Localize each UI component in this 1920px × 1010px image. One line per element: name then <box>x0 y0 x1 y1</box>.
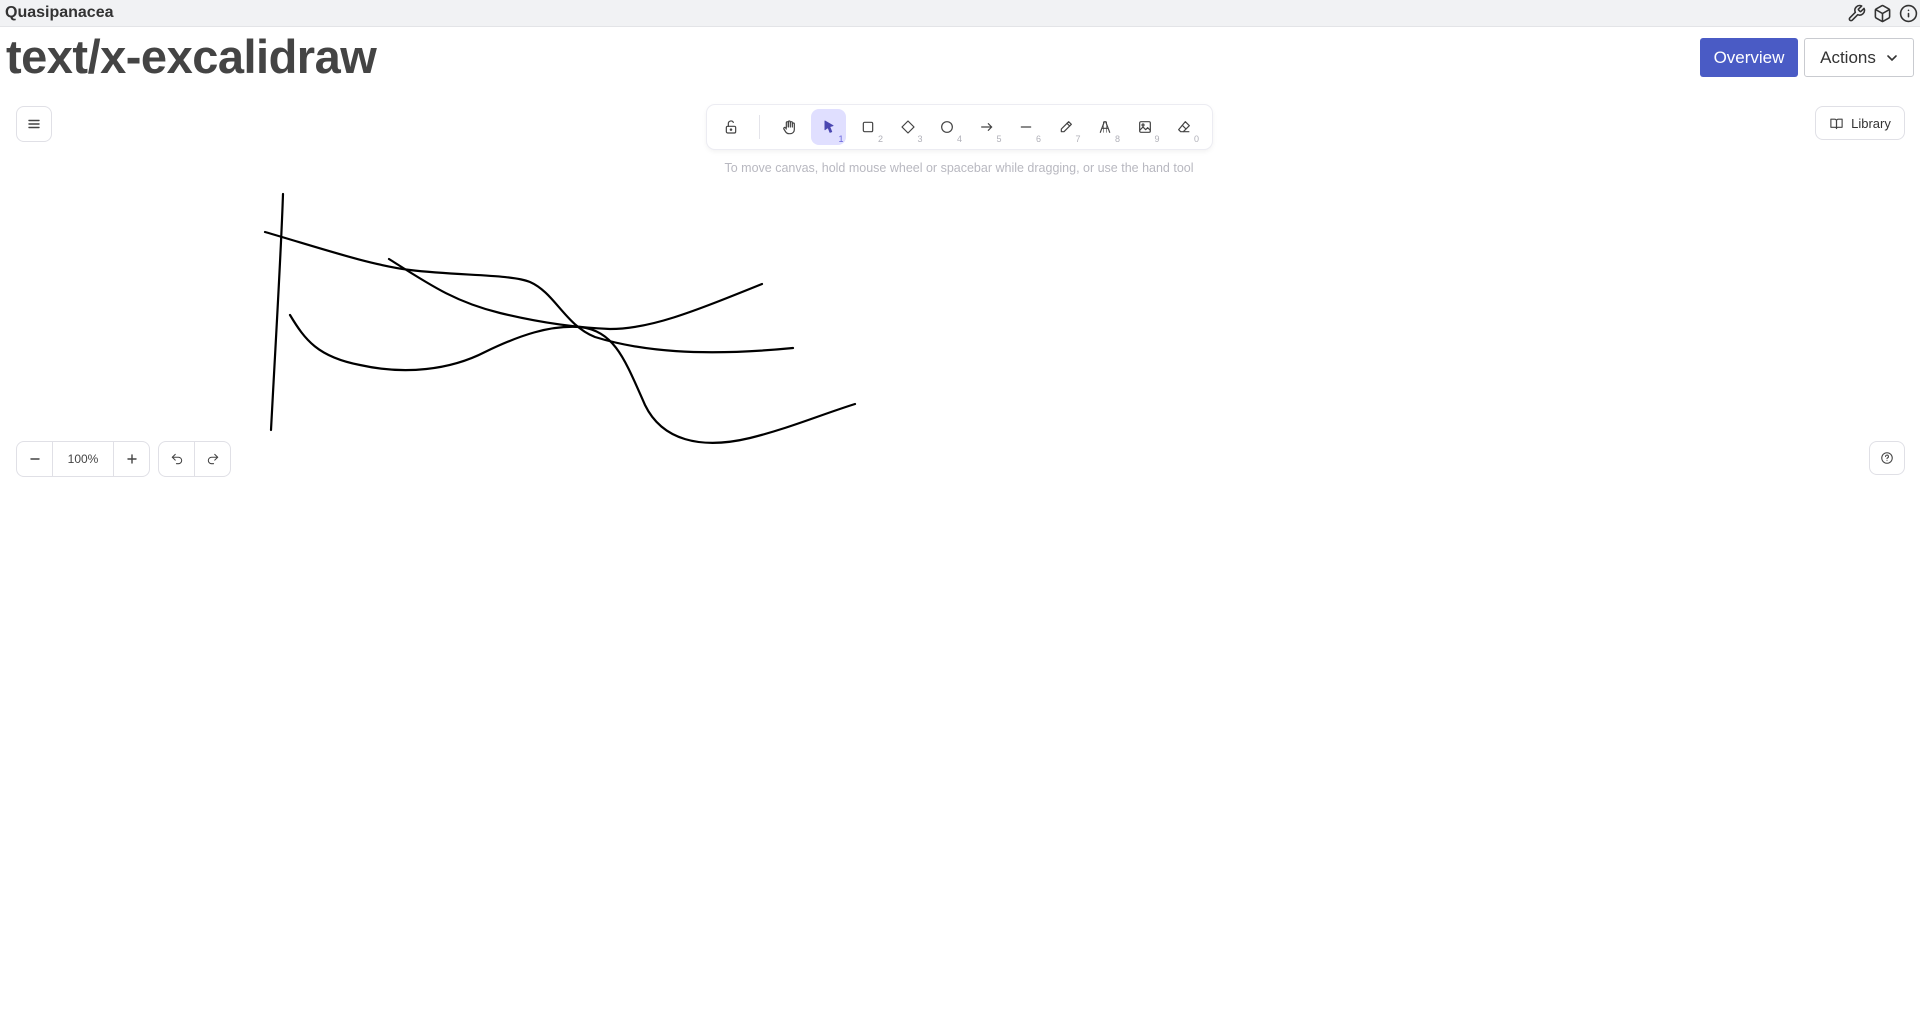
overview-button[interactable]: Overview <box>1700 38 1798 77</box>
image-icon <box>1138 121 1151 133</box>
question-icon <box>1881 452 1893 464</box>
eraser-icon <box>1178 121 1191 133</box>
toolbar-divider <box>758 115 760 139</box>
top-icon-group <box>1846 3 1918 23</box>
hand-icon <box>783 120 796 135</box>
pointer-icon <box>824 120 834 133</box>
diamond-icon <box>901 120 915 134</box>
undo-button[interactable] <box>159 442 194 476</box>
redo-button[interactable] <box>194 442 230 476</box>
library-button[interactable]: Library <box>1815 106 1905 140</box>
zoom-level[interactable]: 100% <box>52 442 114 476</box>
freehand-stroke-crossing[interactable] <box>387 257 764 331</box>
library-label: Library <box>1851 115 1891 131</box>
lock-icon <box>725 120 737 134</box>
wrench-icon[interactable] <box>1846 3 1866 23</box>
tool-lock[interactable] <box>713 109 749 145</box>
history-controls <box>158 441 231 477</box>
text-icon <box>1099 121 1111 133</box>
circle-icon <box>941 121 954 133</box>
plus-icon <box>126 454 137 464</box>
tool-image[interactable]: 9 <box>1127 109 1163 145</box>
freehand-stroke-lower[interactable] <box>288 313 857 444</box>
arrow-icon <box>980 123 993 131</box>
pencil-icon <box>1060 121 1072 133</box>
actions-dropdown[interactable]: Actions <box>1804 38 1914 77</box>
tool-diamond[interactable]: 3 <box>890 109 926 145</box>
tool-selection[interactable]: 1 <box>810 109 847 145</box>
book-icon <box>1830 118 1843 129</box>
tool-eraser[interactable]: 0 <box>1166 109 1202 145</box>
zoom-controls: 100% <box>16 441 150 477</box>
zoom-in-button[interactable] <box>114 442 149 476</box>
drawing-layer <box>263 192 857 444</box>
shape-toolbar: 1 2 3 4 5 6 7 8 9 0 <box>707 105 1212 149</box>
redo-icon <box>207 453 218 465</box>
info-icon[interactable] <box>1898 3 1918 23</box>
cube-icon[interactable] <box>1872 3 1892 23</box>
hamburger-icon <box>28 119 40 129</box>
undo-icon <box>171 453 182 465</box>
chevron-down-icon <box>1887 54 1897 61</box>
page-title: text/x-excalidraw <box>6 30 377 83</box>
actions-label: Actions <box>1820 47 1876 67</box>
zoom-out-button[interactable] <box>17 442 52 476</box>
square-icon <box>862 121 874 133</box>
canvas-hint: To move canvas, hold mouse wheel or spac… <box>724 161 1194 175</box>
excalidraw-canvas[interactable]: 1 2 3 4 5 6 7 8 9 0 To move canvas, hold… <box>0 95 1920 1010</box>
tool-hand[interactable] <box>771 109 807 145</box>
tool-text[interactable]: 8 <box>1087 109 1123 145</box>
help-button[interactable] <box>1869 441 1905 475</box>
tool-arrow[interactable]: 5 <box>969 109 1005 145</box>
freehand-stroke-vertical[interactable] <box>269 192 285 432</box>
app-name: Quasipanacea <box>5 4 114 21</box>
app-top-bar: Quasipanacea <box>0 0 1920 27</box>
tool-line[interactable]: 6 <box>1008 109 1044 145</box>
main-menu-button[interactable] <box>16 106 52 142</box>
minus-icon <box>29 458 40 460</box>
tool-draw[interactable]: 7 <box>1048 109 1084 145</box>
tool-ellipse[interactable]: 4 <box>929 109 965 145</box>
tool-rectangle[interactable]: 2 <box>850 109 886 145</box>
line-icon <box>1020 126 1032 128</box>
